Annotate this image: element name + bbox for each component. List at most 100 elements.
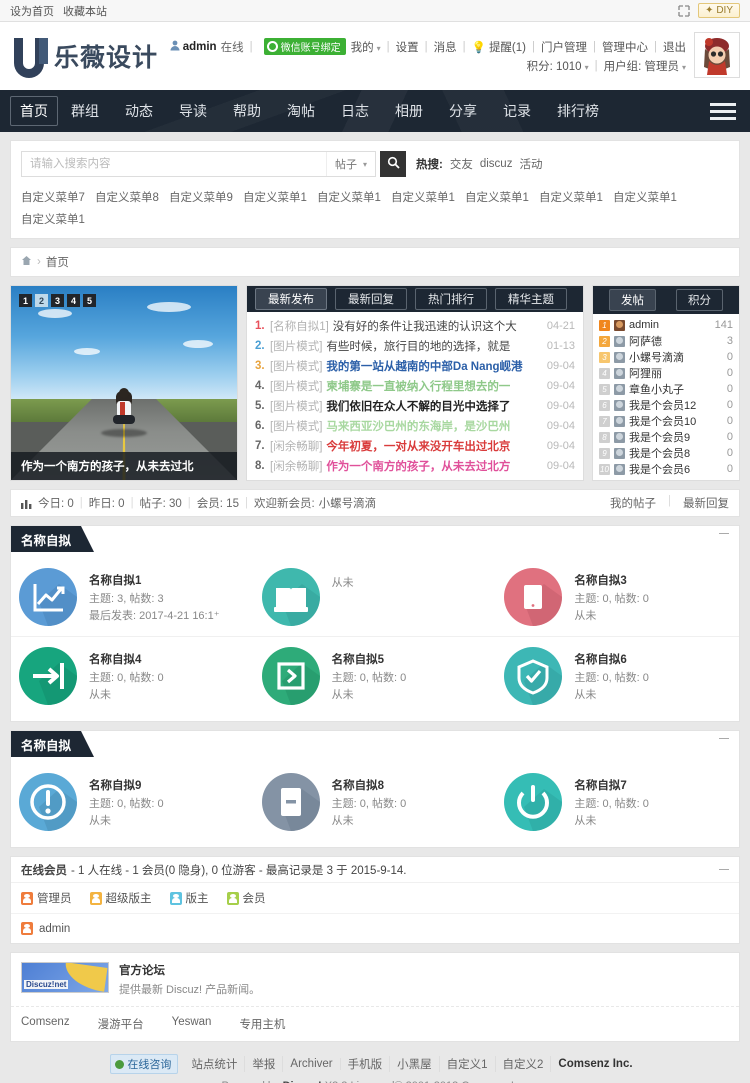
slideshow[interactable]: 1 2 3 4 5 作为一个南方的孩子，从未去过北	[10, 285, 238, 481]
logout-link[interactable]: 退出	[663, 39, 686, 55]
avatar[interactable]	[614, 463, 625, 475]
hamburger-icon[interactable]	[710, 102, 740, 120]
nav-item-blog[interactable]: 日志	[328, 96, 382, 126]
hot-search-item-2[interactable]: 活动	[519, 156, 542, 172]
custom-menu-item-4[interactable]: 自定义菜单1	[317, 186, 391, 208]
forum-item-name[interactable]: 名称自拟9	[89, 777, 164, 793]
rank-list-item[interactable]: 3 小螺号滴滴 0	[599, 349, 733, 365]
footer-link-report[interactable]: 举报	[245, 1056, 284, 1072]
slide-caption[interactable]: 作为一个南方的孩子，从未去过北	[11, 452, 237, 480]
search-input[interactable]	[22, 152, 326, 176]
tab-latest-reply[interactable]: 最新回复	[335, 288, 407, 310]
breadcrumb-current[interactable]: 首页	[46, 254, 69, 270]
slide-page-3[interactable]: 3	[51, 294, 64, 307]
thread-title[interactable]: 我的第一站从越南的中部Da Nang岘港	[326, 358, 522, 374]
forum-item[interactable]: 名称自拟8 主题: 0, 帖数: 0 从未	[254, 763, 497, 841]
online-user-admin[interactable]: admin	[39, 923, 70, 935]
custom-menu-item-7[interactable]: 自定义菜单1	[539, 186, 613, 208]
site-logo[interactable]: 乐薇设计	[10, 34, 158, 78]
thread-category[interactable]: [名称自拟1]	[270, 318, 329, 334]
footer-link-mobile[interactable]: 手机版	[341, 1056, 391, 1072]
my-posts-link[interactable]: 我的帖子	[610, 495, 656, 511]
forum-item[interactable]: 名称自拟9 主题: 0, 帖数: 0 从未	[11, 763, 254, 841]
thread-category[interactable]: [图片模式]	[270, 358, 322, 374]
thread-title[interactable]: 马来西亚沙巴州的东海岸，是沙巴州	[326, 418, 510, 434]
my-menu[interactable]: 我的 ▾	[351, 39, 381, 55]
notices-link[interactable]: 💡 提醒(1)	[472, 39, 526, 55]
rank-list-item[interactable]: 7 我是个会员10 0	[599, 413, 733, 429]
rank-list-item[interactable]: 10 我是个会员6 0	[599, 461, 733, 477]
nav-item-feed[interactable]: 动态	[112, 96, 166, 126]
text-link-comsenz[interactable]: Comsenz	[21, 1016, 70, 1032]
wechat-bind-badge[interactable]: 微信账号绑定	[263, 38, 346, 55]
tab-hot-rank[interactable]: 热门排行	[415, 288, 487, 310]
forum-item-name[interactable]: 名称自拟8	[332, 777, 407, 793]
rank-user-name[interactable]: 我是个会员9	[629, 429, 690, 445]
thread-category[interactable]: [闲余畅聊]	[270, 458, 322, 474]
custom-menu-item-2[interactable]: 自定义菜单9	[169, 186, 243, 208]
thread-category[interactable]: [图片模式]	[270, 338, 322, 354]
forum-item[interactable]: 名称自拟4 主题: 0, 帖数: 0 从未	[11, 637, 254, 715]
custom-menu-item-0[interactable]: 自定义菜单7	[21, 186, 95, 208]
avatar[interactable]	[614, 319, 625, 331]
rank-list-item[interactable]: 2 阿萨德 3	[599, 333, 733, 349]
footer-link-comsenz[interactable]: Comsenz Inc.	[551, 1058, 639, 1070]
points-menu[interactable]: 积分: 1010 ▾	[527, 58, 589, 74]
rank-user-name[interactable]: 我是个会员12	[629, 397, 696, 413]
nav-item-album[interactable]: 相册	[382, 96, 436, 126]
hot-search-item-1[interactable]: discuz	[480, 158, 513, 170]
minus-icon[interactable]	[719, 533, 729, 534]
chart-line-icon[interactable]	[19, 568, 77, 626]
thread-category[interactable]: [图片模式]	[270, 398, 322, 414]
rank-user-name[interactable]: 小螺号滴滴	[629, 349, 684, 365]
thread-list-item[interactable]: 7. [闲余畅聊] 今年初夏，一对从来没开车出过北京 09-04	[255, 436, 575, 456]
forum-item-name[interactable]: 名称自拟1	[89, 572, 220, 588]
power-icon[interactable]	[504, 773, 563, 831]
nav-item-collection[interactable]: 淘帖	[274, 96, 328, 126]
nav-item-ranklist[interactable]: 排行榜	[544, 96, 612, 126]
hot-search-item-0[interactable]: 交友	[450, 156, 473, 172]
expand-icon[interactable]	[678, 4, 690, 17]
thread-title[interactable]: 我们依旧在众人不解的目光中选择了	[326, 398, 510, 414]
thread-list-item[interactable]: 6. [图片模式] 马来西亚沙巴州的东海岸，是沙巴州 09-04	[255, 416, 575, 436]
shield-check-icon[interactable]	[504, 647, 563, 705]
bookmark-site-link[interactable]: 收藏本站	[63, 3, 107, 19]
rank-list-item[interactable]: 9 我是个会员8 0	[599, 445, 733, 461]
tab-rank-posts[interactable]: 发帖	[609, 289, 656, 311]
text-link-yeswan[interactable]: Yeswan	[172, 1016, 212, 1032]
thread-list-item[interactable]: 4. [图片模式] 柬埔寨是一直被纳入行程里想去的一 09-04	[255, 376, 575, 396]
rank-list-item[interactable]: 8 我是个会员9 0	[599, 429, 733, 445]
avatar[interactable]	[694, 32, 740, 78]
avatar[interactable]	[614, 383, 625, 395]
rank-user-name[interactable]: 阿萨德	[629, 333, 662, 349]
thread-list-item[interactable]: 3. [图片模式] 我的第一站从越南的中部Da Nang岘港 09-04	[255, 356, 575, 376]
book-icon[interactable]	[261, 568, 320, 626]
thread-title[interactable]: 今年初夏，一对从来没开车出过北京	[326, 438, 510, 454]
slide-page-5[interactable]: 5	[83, 294, 96, 307]
rank-user-name[interactable]: 我是个会员6	[629, 461, 690, 477]
custom-menu-item-1[interactable]: 自定义菜单8	[95, 186, 169, 208]
footer-link-custom2[interactable]: 自定义2	[496, 1056, 552, 1072]
custom-menu-item-5[interactable]: 自定义菜单1	[391, 186, 465, 208]
rank-user-name[interactable]: 我是个会员8	[629, 445, 690, 461]
tab-latest-post[interactable]: 最新发布	[255, 288, 327, 310]
search-type-select[interactable]: 帖子 ▾	[325, 152, 375, 176]
text-link-manyou[interactable]: 漫游平台	[98, 1016, 144, 1032]
stats-welcome-name[interactable]: 小螺号滴滴	[319, 495, 377, 511]
avatar[interactable]	[614, 415, 625, 427]
nav-item-record[interactable]: 记录	[490, 96, 544, 126]
avatar[interactable]	[614, 367, 625, 379]
forum-item[interactable]: 名称自拟6 主题: 0, 帖数: 0 从未	[496, 637, 739, 715]
thread-category[interactable]: [闲余畅聊]	[270, 438, 322, 454]
usergroup-menu[interactable]: 用户组: 管理员 ▾	[604, 58, 686, 74]
forum-item[interactable]: 名称自拟3 主题: 0, 帖数: 0 从未	[496, 558, 739, 636]
thread-title[interactable]: 没有好的条件让我迅速的认识这个大	[333, 318, 517, 334]
settings-link[interactable]: 设置	[396, 39, 419, 55]
thread-title[interactable]: 作为一个南方的孩子，从未去过北方	[326, 458, 510, 474]
home-icon[interactable]	[21, 255, 32, 269]
rank-user-name[interactable]: admin	[629, 319, 659, 331]
tablet-icon[interactable]	[504, 568, 563, 626]
rank-list-item[interactable]: 6 我是个会员12 0	[599, 397, 733, 413]
rank-user-name[interactable]: 阿狸丽	[629, 365, 662, 381]
custom-menu-item-3[interactable]: 自定义菜单1	[243, 186, 317, 208]
